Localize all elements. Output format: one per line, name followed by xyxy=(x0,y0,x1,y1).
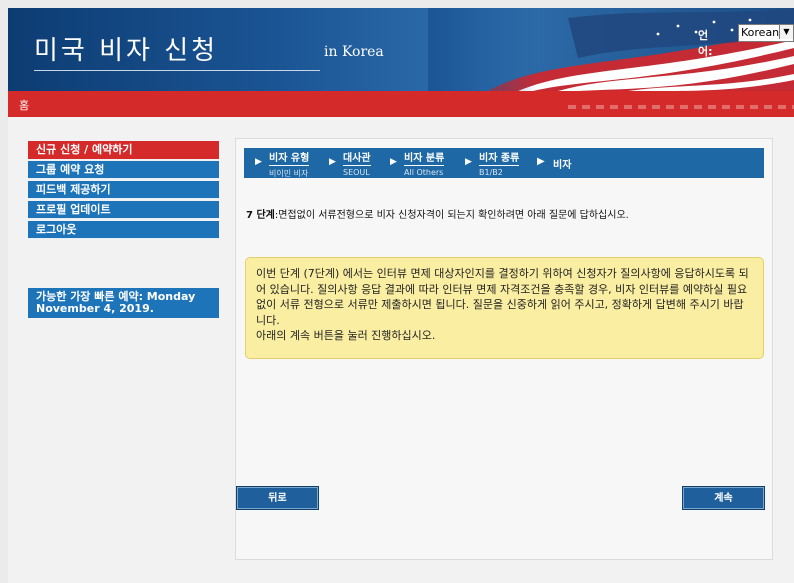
language-value: Korean xyxy=(741,26,780,39)
title-underline xyxy=(34,70,320,71)
sidebar-item-group-request[interactable]: 그룹 예약 요청 xyxy=(28,161,219,179)
notice-paragraph: 이번 단계 (7단계) 에서는 인터뷰 면제 대상자인지를 결정하기 위하여 신… xyxy=(256,267,749,327)
chevron-right-icon: ▶ xyxy=(537,156,545,167)
back-button[interactable]: 뒤로 xyxy=(236,486,319,510)
breadcrumb-sub: B1/B2 xyxy=(479,168,503,177)
earliest-appointment-box: 가능한 가장 빠른 예약: Monday November 4, 2019. xyxy=(28,288,219,318)
chevron-right-icon: ▶ xyxy=(390,157,397,167)
nav-home-link[interactable]: 홈 xyxy=(19,97,29,113)
breadcrumb-item-visa-class: ▶ 비자 종류 B1/B2 xyxy=(465,151,520,177)
breadcrumb: ▶ 비자 유형 비이민 비자 ▶ 대사관 SEOUL ▶ 비자 분류 All O… xyxy=(244,148,764,178)
breadcrumb-sub: 비이민 비자 xyxy=(269,169,309,178)
sidebar-item-update-profile[interactable]: 프로필 업데이트 xyxy=(28,201,219,219)
sidebar-item-feedback[interactable]: 피드백 제공하기 xyxy=(28,181,219,199)
step-instruction: 7 단계:면접없이 서류전형으로 비자 신청자격이 되는지 확인하려면 아래 질… xyxy=(246,206,629,221)
chevron-down-icon: ▼ xyxy=(779,25,793,39)
app-title: 미국 비자 신청 xyxy=(34,36,219,66)
page: 미국 비자 신청 in Korea 언어: Korean ▼ 홈 신규 신청 /… xyxy=(0,0,794,583)
breadcrumb-item-visa-type: ▶ 비자 유형 비이민 비자 xyxy=(255,151,310,179)
us-flag-image xyxy=(428,8,794,91)
header-banner: 미국 비자 신청 in Korea 언어: Korean ▼ xyxy=(8,8,794,91)
breadcrumb-item-embassy: ▶ 대사관 SEOUL xyxy=(329,151,371,177)
breadcrumb-title: 비자 유형 xyxy=(269,153,310,166)
app-subtitle: in Korea xyxy=(324,44,384,60)
sidebar-item-new-application[interactable]: 신규 신청 / 예약하기 xyxy=(28,141,219,159)
language-select[interactable]: Korean ▼ xyxy=(738,24,794,42)
chevron-right-icon: ▶ xyxy=(255,157,262,167)
notice-box: 이번 단계 (7단계) 에서는 인터뷰 면제 대상자인지를 결정하기 위하여 신… xyxy=(245,257,764,359)
sidebar-item-logout[interactable]: 로그아웃 xyxy=(28,221,219,239)
language-label: 언어: xyxy=(698,29,713,58)
breadcrumb-sub: SEOUL xyxy=(343,168,370,177)
step-text: :면접없이 서류전형으로 비자 신청자격이 되는지 확인하려면 아래 질문에 답… xyxy=(274,210,629,221)
breadcrumb-sub: All Others xyxy=(404,168,444,177)
chevron-right-icon: ▶ xyxy=(329,157,336,167)
breadcrumb-title: 비자 분류 xyxy=(404,153,445,166)
breadcrumb-title: 비자 종류 xyxy=(479,153,520,166)
step-label: 7 단계 xyxy=(246,210,275,221)
continue-button[interactable]: 계속 xyxy=(682,486,765,510)
breadcrumb-item-visa-category: ▶ 비자 분류 All Others xyxy=(390,151,445,177)
breadcrumb-title: 대사관 xyxy=(343,153,371,166)
top-strip xyxy=(0,0,794,8)
nav-decoration xyxy=(568,105,794,109)
chevron-right-icon: ▶ xyxy=(465,157,472,167)
notice-continue-text: 아래의 계속 버튼을 눌러 진행하십시오. xyxy=(256,329,436,342)
breadcrumb-current: 비자 xyxy=(553,160,572,171)
top-nav-bar: 홈 xyxy=(8,91,794,117)
